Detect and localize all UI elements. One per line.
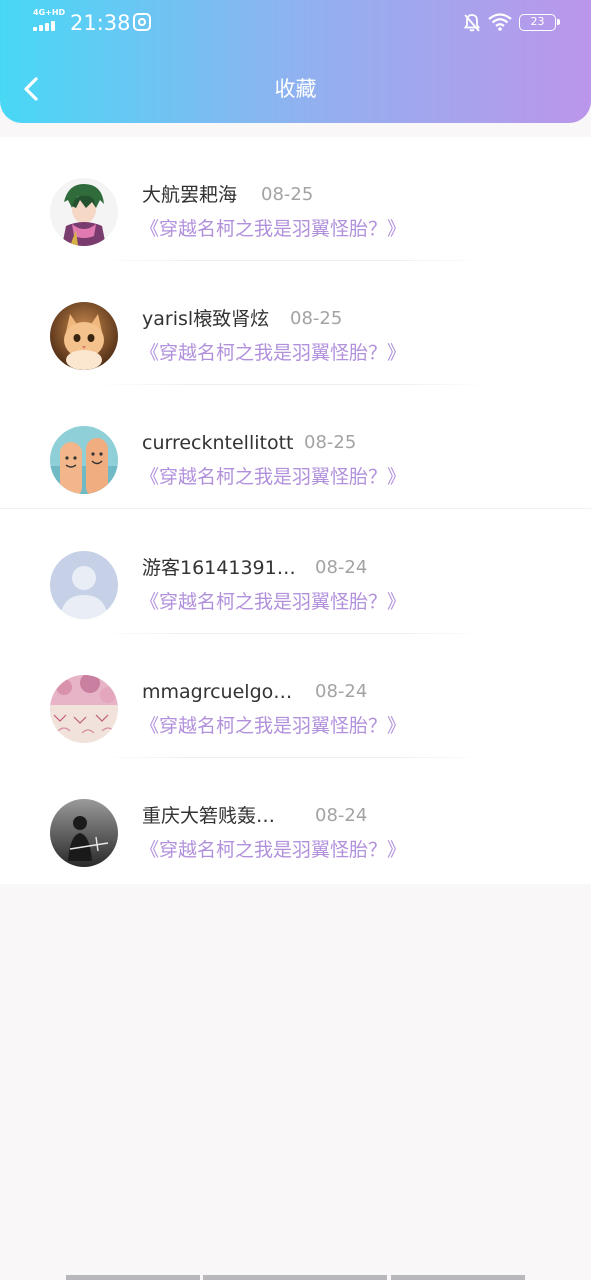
date: 08-24: [315, 805, 368, 826]
pink-pattern-avatar[interactable]: [50, 675, 118, 743]
gesture-bar-left: [66, 1275, 200, 1280]
book-title-link[interactable]: 《穿越名柯之我是羽翼怪胎？》: [140, 463, 406, 491]
book-title-link[interactable]: 《穿越名柯之我是羽翼怪胎？》: [140, 215, 406, 243]
default-user-avatar[interactable]: [50, 551, 118, 619]
battery-icon: 23: [519, 14, 560, 31]
status-time: 21:38: [70, 11, 131, 35]
username: mmagrcuelgo…: [142, 681, 293, 703]
divider: [0, 508, 591, 509]
list-item[interactable]: 大航罢耙海 08-25 《穿越名柯之我是羽翼怪胎？》: [0, 137, 591, 261]
status-bar: 4G+HD 21:38 23: [0, 0, 591, 46]
gesture-bar-right: [391, 1275, 525, 1280]
chat-app-icon: [133, 13, 151, 31]
mute-bell-icon: [463, 14, 481, 32]
username: curreckntellitott: [142, 432, 294, 454]
date: 08-25: [261, 184, 314, 205]
username: 重庆大箬贱轰…: [142, 805, 276, 827]
list-item[interactable]: curreckntellitott 08-25 《穿越名柯之我是羽翼怪胎？》: [0, 385, 591, 509]
list-item[interactable]: 游客16141391… 08-24 《穿越名柯之我是羽翼怪胎？》: [0, 510, 591, 634]
date: 08-25: [304, 432, 357, 453]
book-title-link[interactable]: 《穿越名柯之我是羽翼怪胎？》: [140, 339, 406, 367]
date: 08-24: [315, 681, 368, 702]
list-item[interactable]: mmagrcuelgo… 08-24 《穿越名柯之我是羽翼怪胎？》: [0, 634, 591, 758]
anime-character-avatar[interactable]: [50, 178, 118, 246]
network-type: 4G+HD: [33, 8, 66, 17]
username: 游客16141391…: [142, 557, 296, 579]
dark-portrait-avatar[interactable]: [50, 799, 118, 867]
page-title: 收藏: [274, 77, 317, 101]
signal-icon: 4G+HD: [33, 8, 66, 32]
date: 08-25: [290, 308, 343, 329]
app-header: 4G+HD 21:38 23 收藏: [0, 0, 591, 123]
kitten-avatar[interactable]: [50, 302, 118, 370]
date: 08-24: [315, 557, 368, 578]
username: yarisl榱致肾炫: [142, 308, 270, 330]
battery-level: 23: [530, 15, 545, 28]
username: 大航罢耙海: [142, 184, 238, 206]
wifi-icon: [488, 13, 512, 31]
finger-faces-avatar[interactable]: [50, 426, 118, 494]
book-title-link[interactable]: 《穿越名柯之我是羽翼怪胎？》: [140, 712, 406, 740]
book-title-link[interactable]: 《穿越名柯之我是羽翼怪胎？》: [140, 588, 406, 616]
gesture-bar-center: [203, 1275, 387, 1280]
book-title-link[interactable]: 《穿越名柯之我是羽翼怪胎？》: [140, 836, 406, 864]
list-item[interactable]: yarisl榱致肾炫 08-25 《穿越名柯之我是羽翼怪胎？》: [0, 261, 591, 385]
list-item[interactable]: 重庆大箬贱轰… 08-24 《穿越名柯之我是羽翼怪胎？》: [0, 758, 591, 882]
favorites-list: 大航罢耙海 08-25 《穿越名柯之我是羽翼怪胎？》 yarisl榱致肾炫 08…: [0, 137, 591, 884]
